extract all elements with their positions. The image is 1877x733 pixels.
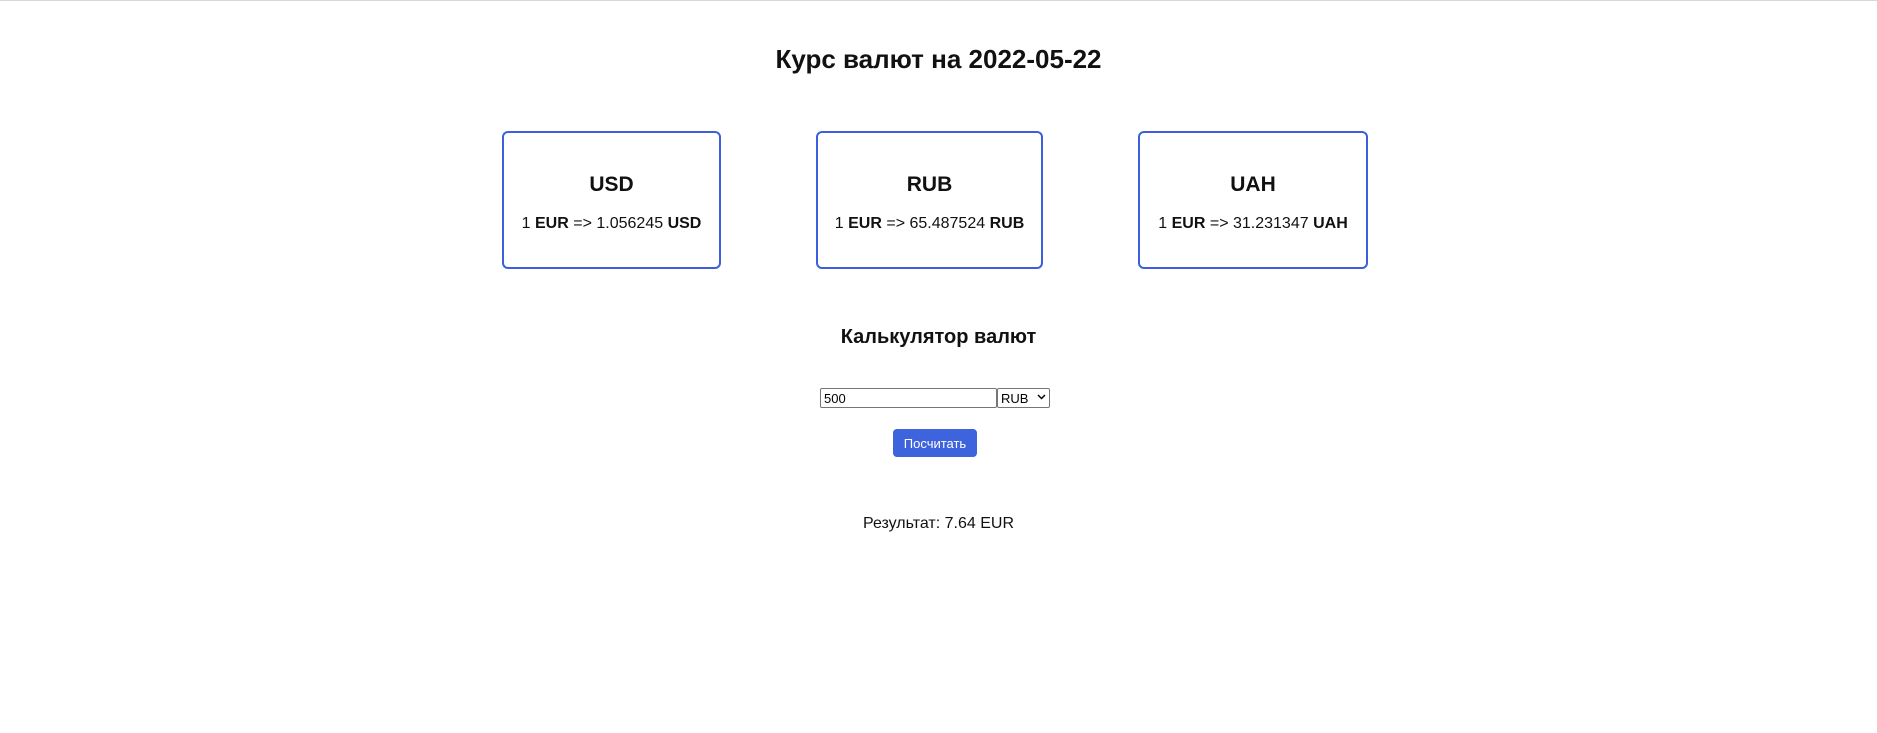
page-title: Курс валют на 2022-05-22 xyxy=(775,44,1102,74)
rate-arrow: => xyxy=(573,215,592,232)
rate-base-currency: EUR xyxy=(848,215,882,232)
rate-target-currency: USD xyxy=(667,215,702,232)
rate-base-currency: EUR xyxy=(535,215,569,232)
rate-arrow: => xyxy=(886,215,906,232)
rate-value: 1.056245 xyxy=(596,215,664,232)
rate-base-amount: 1 xyxy=(1158,215,1168,232)
currency-select-value: RUB xyxy=(1001,390,1029,406)
rate-card-uah: UAH 1 EUR => 31.231347 UAH xyxy=(1138,131,1368,269)
rate-card-code: USD xyxy=(589,173,634,196)
rate-value: 65.487524 xyxy=(909,215,986,232)
amount-input[interactable] xyxy=(820,388,997,408)
top-divider xyxy=(0,0,1877,1)
rate-card-rate: 1 EUR => 65.487524 RUB xyxy=(818,215,1041,233)
rate-arrow: => xyxy=(1209,215,1229,232)
result-text: Результат: 7.64 EUR xyxy=(862,515,1015,532)
rate-target-currency: RUB xyxy=(989,215,1025,232)
rate-base-amount: 1 xyxy=(834,215,844,232)
rate-value: 31.231347 xyxy=(1232,215,1309,232)
rate-card-rate: 1 EUR => 1.056245 USD xyxy=(504,215,719,233)
rate-target-currency: UAH xyxy=(1313,215,1348,232)
rate-base-amount: 1 xyxy=(521,215,531,232)
rate-card-rub: RUB 1 EUR => 65.487524 RUB xyxy=(816,131,1043,269)
calculate-button[interactable]: Посчитать xyxy=(893,429,977,457)
rate-card-code: RUB xyxy=(906,173,953,196)
rate-card-rate: 1 EUR => 31.231347 UAH xyxy=(1140,215,1366,233)
rate-card-usd: USD 1 EUR => 1.056245 USD xyxy=(502,131,721,269)
calculator-title: Калькулятор валют xyxy=(840,326,1037,348)
chevron-down-icon xyxy=(1037,393,1046,403)
rate-base-currency: EUR xyxy=(1171,215,1206,232)
currency-select[interactable]: RUB xyxy=(997,388,1050,408)
rate-card-code: UAH xyxy=(1230,173,1276,196)
